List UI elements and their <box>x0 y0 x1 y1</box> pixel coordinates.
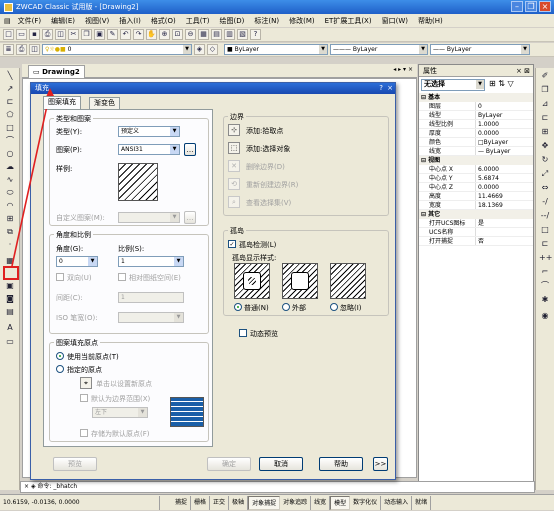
tutorial-arrow <box>11 88 54 267</box>
tab-hatch[interactable]: 图案填充 <box>43 96 81 109</box>
arrow-line <box>11 91 51 267</box>
